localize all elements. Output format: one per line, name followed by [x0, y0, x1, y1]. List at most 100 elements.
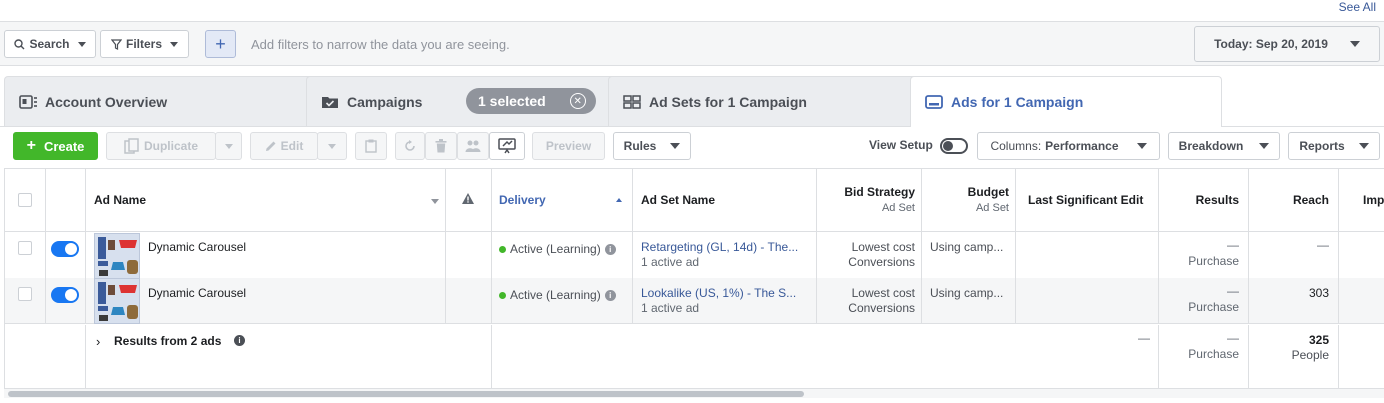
- table-row[interactable]: Dynamic Carousel Active (Learning) i Reta…: [5, 232, 1384, 279]
- tab-ad-sets[interactable]: Ad Sets for 1 Campaign: [608, 76, 928, 126]
- summary-last-edit: —: [1138, 331, 1150, 345]
- ad-thumbnail[interactable]: [94, 233, 140, 279]
- columns-button[interactable]: Columns: Performance: [977, 132, 1160, 160]
- header-budget[interactable]: Budget Ad Set: [922, 169, 1016, 232]
- row-checkbox[interactable]: [18, 287, 32, 301]
- tab-label: Account Overview: [45, 93, 168, 110]
- trash-icon: [435, 139, 447, 153]
- preview-button[interactable]: Preview: [532, 132, 605, 160]
- row-toggle-cell: [46, 278, 86, 324]
- select-all-checkbox[interactable]: [18, 193, 32, 207]
- header-toggle-cell: [46, 169, 86, 232]
- ad-set-link[interactable]: Lookalike (US, 1%) - The S...: [641, 286, 796, 300]
- chevron-down-icon: [1349, 41, 1360, 47]
- ad-set-sub: 1 active ad: [641, 255, 700, 269]
- chevron-down-icon: [77, 41, 86, 47]
- header-ad-set-name[interactable]: Ad Set Name: [633, 169, 817, 232]
- breakdown-button[interactable]: Breakdown: [1168, 132, 1280, 160]
- delivery-status: Active (Learning) i: [499, 242, 616, 256]
- header-impressions[interactable]: Imp: [1339, 169, 1384, 232]
- status-dot-icon: [499, 246, 506, 253]
- view-setup-toggle[interactable]: [940, 138, 968, 154]
- chevron-down-icon: [670, 143, 681, 149]
- reach-value: —: [1317, 238, 1329, 252]
- edit-button[interactable]: Edit: [250, 132, 318, 160]
- last-edit-cell: [1016, 278, 1159, 324]
- reports-label: Reports: [1299, 139, 1345, 153]
- sort-ascending-icon: [616, 198, 622, 202]
- table-row[interactable]: Dynamic Carousel Active (Learning) i Look…: [5, 278, 1384, 324]
- clipboard-button[interactable]: [355, 132, 387, 160]
- header-ad-name[interactable]: Ad Name: [86, 169, 446, 232]
- search-button[interactable]: Search: [4, 30, 96, 58]
- chevron-down-icon: [1136, 143, 1147, 149]
- header-reach[interactable]: Reach: [1249, 169, 1339, 232]
- see-all-link[interactable]: See All: [1339, 0, 1376, 14]
- tab-account-overview[interactable]: Account Overview: [4, 76, 322, 126]
- ad-set-sub: 1 active ad: [641, 301, 700, 315]
- ad-status-toggle[interactable]: [51, 241, 79, 257]
- results-sub: Purchase: [1188, 300, 1239, 314]
- duplicate-button[interactable]: Duplicate: [106, 132, 216, 160]
- add-filter-button[interactable]: +: [205, 30, 236, 58]
- column-sublabel: Ad Set: [881, 202, 915, 214]
- ad-name[interactable]: Dynamic Carousel: [148, 286, 246, 300]
- row-checkbox[interactable]: [18, 241, 32, 255]
- column-label: Bid Strategy: [844, 185, 915, 199]
- header-bid-strategy[interactable]: Bid Strategy Ad Set: [817, 169, 922, 232]
- delete-button[interactable]: [425, 132, 457, 160]
- row-select-cell: [5, 232, 46, 278]
- header-select-cell: [5, 169, 46, 232]
- rules-button[interactable]: Rules: [613, 132, 691, 160]
- ad-set-link[interactable]: Retargeting (GL, 14d) - The...: [641, 240, 798, 254]
- header-delivery[interactable]: Delivery: [492, 169, 633, 232]
- column-label: Delivery: [499, 193, 546, 207]
- tab-label: Ad Sets for 1 Campaign: [649, 93, 807, 110]
- bid-strategy-sub: Conversions: [848, 301, 915, 315]
- selected-badge[interactable]: 1 selected ✕: [466, 88, 596, 114]
- header-warning[interactable]: [446, 169, 492, 232]
- row-select-cell: [5, 278, 46, 324]
- horizontal-scrollbar[interactable]: [4, 388, 1384, 398]
- warning-cell: [446, 232, 492, 278]
- breakdown-label: Breakdown: [1178, 139, 1244, 153]
- date-range-button[interactable]: Today: Sep 20, 2019: [1194, 26, 1380, 62]
- budget-cell: Using camp...: [922, 232, 1016, 278]
- column-sublabel: Ad Set: [975, 202, 1009, 214]
- ab-test-icon: [498, 138, 516, 154]
- results-value: —: [1227, 238, 1239, 252]
- row-toggle-cell: [46, 232, 86, 278]
- header-results[interactable]: Results: [1159, 169, 1249, 232]
- filter-hint: Add filters to narrow the data you are s…: [251, 37, 510, 52]
- summary-reach: 325: [1308, 333, 1329, 347]
- filters-button[interactable]: Filters: [100, 30, 189, 58]
- ad-set-cell: Retargeting (GL, 14d) - The... 1 active …: [633, 232, 817, 278]
- duplicate-menu-button[interactable]: [215, 132, 242, 160]
- product-collage-icon: [95, 234, 139, 278]
- chevron-down-icon: [224, 143, 233, 149]
- budget-value: Using camp...: [930, 240, 1004, 254]
- create-button[interactable]: + Create: [13, 132, 98, 160]
- ad-status-toggle[interactable]: [51, 287, 79, 303]
- folder-check-icon: [322, 96, 338, 108]
- ab-test-button[interactable]: [489, 132, 525, 160]
- refresh-button[interactable]: [395, 132, 425, 160]
- bid-strategy-value: Lowest cost: [851, 240, 915, 254]
- ad-name[interactable]: Dynamic Carousel: [148, 240, 246, 254]
- results-sub: Purchase: [1188, 254, 1239, 268]
- ad-thumbnail[interactable]: [94, 278, 140, 324]
- status-dot-icon: [499, 292, 506, 299]
- info-icon[interactable]: i: [234, 335, 245, 346]
- edit-menu-button[interactable]: [317, 132, 347, 160]
- plus-icon: +: [26, 137, 36, 154]
- create-label: Create: [43, 138, 85, 154]
- scrollbar-thumb[interactable]: [8, 391, 804, 397]
- header-last-edit[interactable]: Last Significant Edit: [1016, 169, 1159, 232]
- tab-ads[interactable]: Ads for 1 Campaign: [910, 76, 1222, 127]
- chevron-right-icon[interactable]: ›: [96, 334, 100, 349]
- info-icon[interactable]: i: [604, 290, 616, 302]
- audience-button[interactable]: [457, 132, 489, 160]
- reports-button[interactable]: Reports: [1288, 132, 1380, 160]
- info-icon[interactable]: i: [604, 244, 616, 256]
- close-icon[interactable]: ✕: [569, 93, 586, 109]
